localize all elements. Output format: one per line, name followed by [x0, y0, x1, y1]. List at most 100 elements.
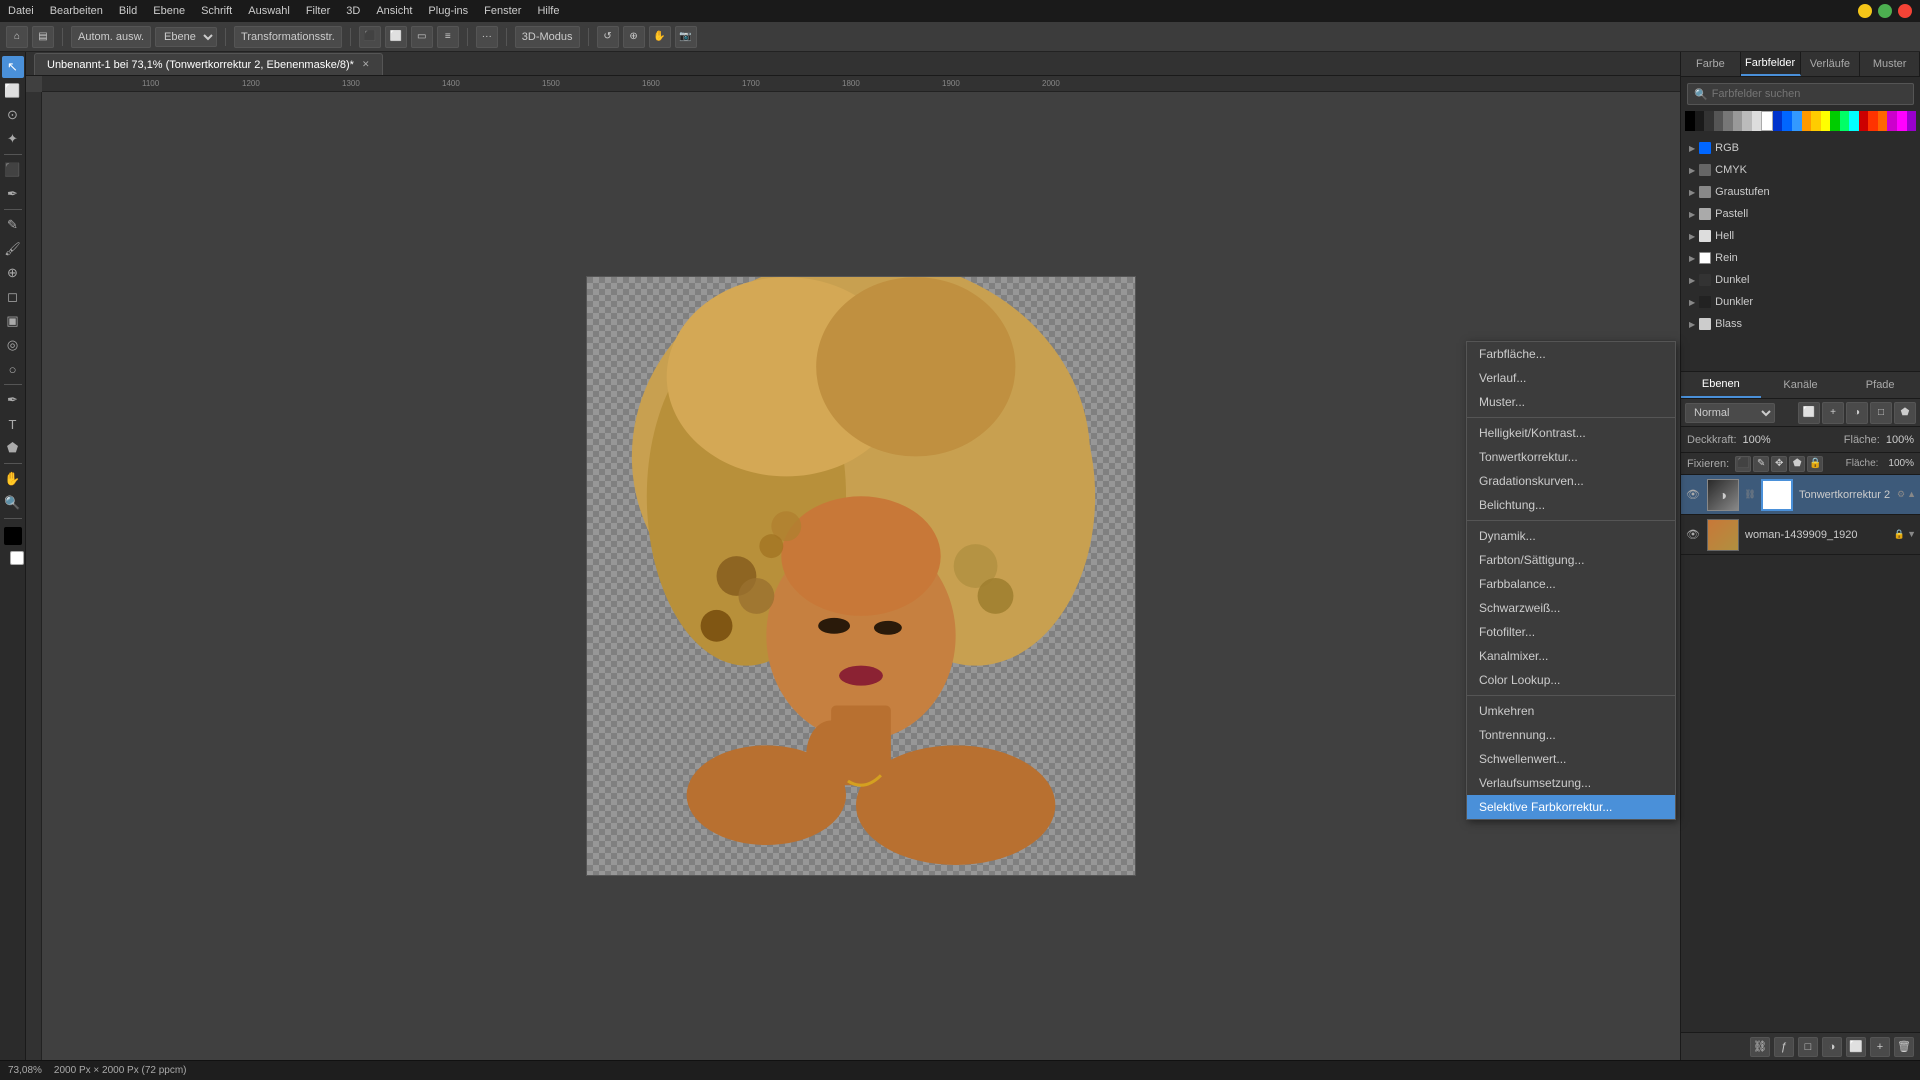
move-tool[interactable]: ↖ [2, 56, 24, 78]
menu-flaeche[interactable]: Farbfläche... [1467, 342, 1675, 366]
adjustment-btn[interactable]: ◑ [1846, 402, 1868, 424]
lasso-tool[interactable]: ⊙ [2, 104, 24, 126]
add-style-btn[interactable]: ƒ [1774, 1037, 1794, 1057]
new-layer-btn2[interactable]: + [1870, 1037, 1890, 1057]
menu-ansicht[interactable]: Ansicht [376, 5, 412, 17]
magic-wand-tool[interactable]: ✦ [2, 128, 24, 150]
color-group-rgb[interactable]: ▶ RGB [1685, 137, 1916, 159]
color-chip-4[interactable] [1723, 111, 1733, 131]
menu-dynamik[interactable]: Dynamik... [1467, 524, 1675, 548]
color-chip-purple1[interactable] [1887, 111, 1897, 131]
pan-btn[interactable]: ✋ [649, 26, 671, 48]
color-group-hell[interactable]: ▶ Hell [1685, 225, 1916, 247]
color-chip-red2[interactable] [1868, 111, 1878, 131]
shape-tool[interactable]: ⬟ [2, 437, 24, 459]
lock-move-btn[interactable]: ✥ [1771, 456, 1787, 472]
color-group-graustufen[interactable]: ▶ Graustufen [1685, 181, 1916, 203]
lock-image-btn[interactable]: ✎ [1753, 456, 1769, 472]
tab-kanaele[interactable]: Kanäle [1761, 372, 1841, 398]
foreground-color[interactable] [4, 527, 22, 545]
rotate-btn[interactable]: ↺ [597, 26, 619, 48]
menu-gradation[interactable]: Gradationskurven... [1467, 469, 1675, 493]
lock-all-btn[interactable]: 🔒 [1807, 456, 1823, 472]
color-chip-white[interactable] [1761, 111, 1773, 131]
menu-bearbeiten[interactable]: Bearbeiten [50, 5, 103, 17]
color-chip-yellow2[interactable] [1821, 111, 1831, 131]
home-button[interactable]: ⌂ [6, 26, 28, 48]
color-chip-blue2[interactable] [1782, 111, 1792, 131]
color-chip-5[interactable] [1733, 111, 1743, 131]
tool-options-btn[interactable]: ▤ [32, 26, 54, 48]
menu-datei[interactable]: Datei [8, 5, 34, 17]
mode-3d-btn[interactable]: 3D-Modus [515, 26, 580, 48]
mask-btn[interactable]: □ [1870, 402, 1892, 424]
menu-ebene[interactable]: Ebene [153, 5, 185, 17]
hand-tool[interactable]: ✋ [2, 468, 24, 490]
menu-belichtung[interactable]: Belichtung... [1467, 493, 1675, 517]
color-chip-7[interactable] [1752, 111, 1762, 131]
layer-visibility-woman[interactable]: 👁 [1685, 527, 1701, 543]
crop-tool[interactable]: ⬛ [2, 159, 24, 181]
brush-tool[interactable]: 🖌 [2, 238, 24, 260]
color-chip-orange[interactable] [1802, 111, 1812, 131]
clone-tool[interactable]: ⊕ [2, 262, 24, 284]
color-chip-yellow1[interactable] [1811, 111, 1821, 131]
menu-3d[interactable]: 3D [346, 5, 360, 17]
dodge-tool[interactable]: ○ [2, 358, 24, 380]
eyedropper-tool[interactable]: ✒ [2, 183, 24, 205]
menu-hilfe[interactable]: Hilfe [537, 5, 559, 17]
menu-schwellenwert[interactable]: Schwellenwert... [1467, 747, 1675, 771]
color-search-bar[interactable]: 🔍 [1687, 83, 1914, 105]
heal-tool[interactable]: ✎ [2, 214, 24, 236]
tab-pfade[interactable]: Pfade [1840, 372, 1920, 398]
document-tab[interactable]: Unbenannt-1 bei 73,1% (Tonwertkorrektur … [34, 53, 383, 75]
menu-auswahl[interactable]: Auswahl [248, 5, 290, 17]
layer-item-tonwert2[interactable]: 👁 ◑ ⛓ Tonwertkorrektur 2 ⚙ ▲ [1681, 475, 1920, 515]
color-chip-green1[interactable] [1830, 111, 1840, 131]
zoom-tool[interactable]: 🔍 [2, 492, 24, 514]
color-search-input[interactable] [1712, 88, 1907, 100]
color-group-dunkel[interactable]: ▶ Dunkel [1685, 269, 1916, 291]
menu-umkehren[interactable]: Umkehren [1467, 699, 1675, 723]
close-button[interactable] [1898, 4, 1912, 18]
color-chip-6[interactable] [1742, 111, 1752, 131]
background-color[interactable] [10, 551, 24, 565]
fill-value[interactable]: 100% [1886, 434, 1914, 446]
menu-color-lookup[interactable]: Color Lookup... [1467, 668, 1675, 692]
color-chip-magenta[interactable] [1897, 111, 1907, 131]
menu-muster[interactable]: Muster... [1467, 390, 1675, 414]
color-chip-blue1[interactable] [1773, 111, 1783, 131]
color-chip-green2[interactable] [1840, 111, 1850, 131]
align-right-btn[interactable]: ▭ [411, 26, 433, 48]
color-group-cmyk[interactable]: ▶ CMYK [1685, 159, 1916, 181]
menu-fenster[interactable]: Fenster [484, 5, 521, 17]
color-chip-1[interactable] [1695, 111, 1705, 131]
add-mask-btn[interactable]: □ [1798, 1037, 1818, 1057]
color-chip-black[interactable] [1685, 111, 1695, 131]
ebene-dropdown[interactable]: Ebene [155, 27, 217, 47]
menu-helligkeit[interactable]: Helligkeit/Kontrast... [1467, 421, 1675, 445]
menu-schwarzweiss[interactable]: Schwarzweiß... [1467, 596, 1675, 620]
color-chip-orange2[interactable] [1878, 111, 1888, 131]
lock-transparent-btn[interactable]: ⬛ [1735, 456, 1751, 472]
color-chip-3[interactable] [1714, 111, 1724, 131]
tab-farbfelder[interactable]: Farbfelder [1741, 52, 1801, 76]
menu-schrift[interactable]: Schrift [201, 5, 232, 17]
new-layer-btn[interactable]: + [1822, 402, 1844, 424]
color-chip-blue3[interactable] [1792, 111, 1802, 131]
transformation-btn[interactable]: Transformationsstr. [234, 26, 342, 48]
tab-verlaeufe[interactable]: Verläufe [1801, 52, 1861, 76]
color-chip-2[interactable] [1704, 111, 1714, 131]
menu-kanalmixer[interactable]: Kanalmixer... [1467, 644, 1675, 668]
color-group-dunkler[interactable]: ▶ Dunkler [1685, 291, 1916, 313]
color-group-blass[interactable]: ▶ Blass [1685, 313, 1916, 335]
color-chip-red1[interactable] [1859, 111, 1869, 131]
link-layers-btn[interactable]: ⛓ [1750, 1037, 1770, 1057]
tab-muster[interactable]: Muster [1860, 52, 1920, 76]
menu-verlauf[interactable]: Verlauf... [1467, 366, 1675, 390]
delete-layer-btn[interactable]: 🗑 [1894, 1037, 1914, 1057]
layer-item-woman[interactable]: 👁 woman-1439909_1920 🔒 ▼ [1681, 515, 1920, 555]
autom-select-btn[interactable]: Autom. ausw. [71, 26, 151, 48]
tab-ebenen[interactable]: Ebenen [1681, 372, 1761, 398]
menu-bild[interactable]: Bild [119, 5, 137, 17]
